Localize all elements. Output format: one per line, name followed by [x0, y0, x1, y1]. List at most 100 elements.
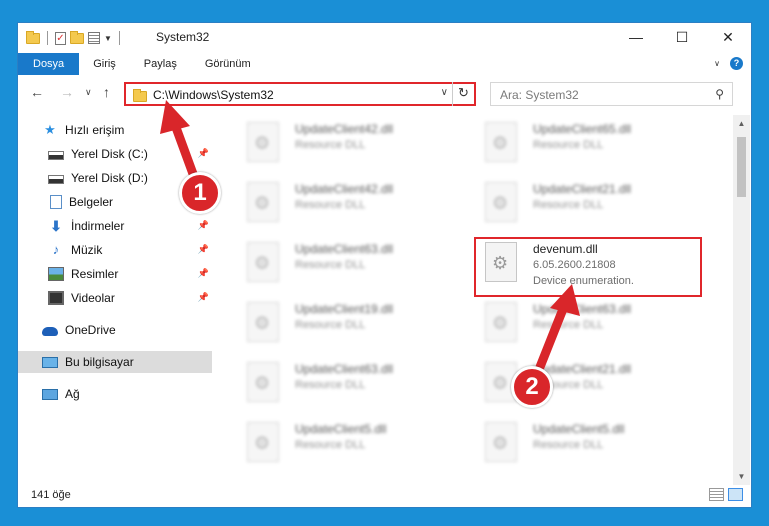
sidebar-item-label: Yerel Disk (D:): [71, 171, 148, 185]
file-name: UpdateClient65.dll: [533, 122, 632, 136]
window-controls: — ☐ ✕: [613, 23, 751, 53]
scroll-up-arrow-icon[interactable]: ▲: [733, 115, 750, 132]
onedrive-icon: [42, 327, 58, 336]
refresh-icon[interactable]: ↻: [452, 82, 474, 106]
vertical-scrollbar[interactable]: ▲ ▼: [733, 115, 750, 485]
sidebar-item-label: Ağ: [65, 387, 80, 401]
file-name: UpdateClient63.dll: [295, 242, 394, 256]
close-button[interactable]: ✕: [705, 23, 751, 53]
tab-share[interactable]: Paylaş: [130, 53, 191, 75]
sidebar-item-music[interactable]: ♪ Müzik 📌: [18, 239, 212, 261]
pin-icon[interactable]: 📌: [198, 244, 209, 255]
sidebar-item-videos[interactable]: Videolar 📌: [18, 287, 212, 309]
file-name: UpdateClient21.dll: [533, 182, 632, 196]
list-item[interactable]: UpdateClient21.dll Resource DLL: [471, 177, 671, 227]
separator: [118, 31, 120, 45]
expand-ribbon-icon[interactable]: ∨: [714, 59, 720, 68]
folder-icon: [26, 30, 40, 44]
file-description: Resource DLL: [533, 439, 604, 451]
help-icon[interactable]: ?: [730, 57, 743, 70]
folder-icon: [133, 89, 147, 102]
item-count: 141 öğe: [31, 489, 71, 501]
file-description: Resource DLL: [295, 439, 366, 451]
sidebar-item-label: İndirmeler: [71, 219, 125, 233]
address-dropdown-icon[interactable]: ∨: [441, 87, 448, 98]
new-folder-icon[interactable]: [70, 30, 84, 44]
list-item[interactable]: UpdateClient19.dll Resource DLL: [233, 297, 433, 347]
file-description: Resource DLL: [295, 139, 366, 151]
dll-file-icon: [485, 182, 517, 222]
sidebar-item-label: Resimler: [71, 267, 119, 281]
forward-arrow-icon[interactable]: →: [60, 84, 74, 100]
list-item[interactable]: UpdateClient65.dll Resource DLL: [471, 117, 671, 167]
sidebar-item-network[interactable]: Ağ: [18, 383, 212, 405]
music-icon: ♪: [52, 242, 60, 257]
file-description: Resource DLL: [295, 379, 366, 391]
list-item[interactable]: UpdateClient63.dll Resource DLL: [233, 357, 433, 407]
search-icon[interactable]: ⚲: [715, 87, 724, 101]
file-list: UpdateClient42.dll Resource DLL UpdateCl…: [223, 115, 726, 480]
back-arrow-icon[interactable]: ←: [30, 84, 44, 100]
ribbon-tabs: Dosya Giriş Paylaş Görünüm ∨ ?: [18, 53, 751, 75]
list-item[interactable]: UpdateClient42.dll Resource DLL: [233, 177, 433, 227]
pictures-icon: [48, 267, 64, 281]
star-icon: ★: [44, 122, 56, 137]
file-name: UpdateClient19.dll: [295, 302, 394, 316]
download-icon: ⬇: [50, 218, 62, 234]
sidebar-item-label: Yerel Disk (C:): [71, 147, 148, 161]
dll-file-icon: [247, 182, 279, 222]
quick-access-toolbar: ✓ ▼: [26, 30, 123, 46]
status-bar: 141 öğe: [18, 485, 751, 507]
sidebar-item-onedrive[interactable]: OneDrive: [18, 319, 212, 341]
file-description: Resource DLL: [533, 199, 604, 211]
tab-file[interactable]: Dosya: [18, 53, 80, 75]
file-description: Resource DLL: [295, 259, 366, 271]
dll-file-icon: [485, 302, 517, 342]
scroll-down-arrow-icon[interactable]: ▼: [733, 468, 750, 485]
dll-file-icon: [485, 122, 517, 162]
properties-check-icon[interactable]: ✓: [55, 31, 66, 45]
list-item[interactable]: UpdateClient5.dll Resource DLL: [233, 417, 433, 467]
computer-icon: [42, 356, 58, 368]
step-badge-1: 1: [179, 172, 221, 214]
tiles-view-icon[interactable]: [728, 488, 743, 501]
title-bar: ✓ ▼ System32 — ☐ ✕: [18, 23, 751, 53]
tab-view[interactable]: Görünüm: [191, 53, 265, 75]
maximize-button[interactable]: ☐: [659, 23, 705, 53]
sidebar-item-label: Hızlı erişim: [65, 123, 125, 137]
list-item[interactable]: UpdateClient63.dll Resource DLL: [233, 237, 433, 287]
disk-icon: [48, 151, 64, 160]
details-view-icon[interactable]: [709, 488, 724, 501]
dll-file-icon: [247, 242, 279, 282]
documents-icon: [50, 195, 62, 209]
sidebar-item-label: OneDrive: [65, 323, 116, 337]
customize-toolbar-arrow-icon[interactable]: ▼: [104, 34, 112, 43]
search-placeholder: Ara: System32: [500, 88, 579, 102]
file-name: UpdateClient42.dll: [295, 182, 394, 196]
pin-icon[interactable]: 📌: [198, 268, 209, 279]
properties-icon[interactable]: [88, 32, 100, 44]
tab-home[interactable]: Giriş: [79, 53, 130, 75]
dll-file-icon: [247, 122, 279, 162]
list-item[interactable]: UpdateClient5.dll Resource DLL: [471, 417, 671, 467]
sidebar-item-pictures[interactable]: Resimler 📌: [18, 263, 212, 285]
dll-file-icon: [247, 422, 279, 462]
explorer-window: ✓ ▼ System32 — ☐ ✕ Dosya Giriş Paylaş Gö…: [17, 22, 752, 508]
up-arrow-icon[interactable]: ↑: [103, 84, 110, 100]
sidebar-item-downloads[interactable]: ⬇ İndirmeler 📌: [18, 215, 212, 237]
file-name: UpdateClient42.dll: [295, 122, 394, 136]
navigation-bar: ← → ∨ ↑ C:\Windows\System32 ∨ ↻ Ara: Sys…: [18, 80, 751, 108]
videos-icon: [48, 291, 64, 305]
scrollbar-thumb[interactable]: [737, 137, 746, 197]
file-name: UpdateClient5.dll: [533, 422, 625, 436]
pin-icon[interactable]: 📌: [198, 292, 209, 303]
minimize-button[interactable]: —: [613, 23, 659, 53]
recent-locations-chevron-icon[interactable]: ∨: [85, 87, 92, 98]
sidebar-item-label: Bu bilgisayar: [65, 355, 134, 369]
search-input[interactable]: Ara: System32 ⚲: [490, 82, 733, 106]
sidebar-item-this-pc[interactable]: Bu bilgisayar: [18, 351, 212, 373]
dll-file-icon: [485, 422, 517, 462]
list-item[interactable]: UpdateClient42.dll Resource DLL: [233, 117, 433, 167]
pin-icon[interactable]: 📌: [198, 220, 209, 231]
sidebar-item-label: Belgeler: [69, 195, 114, 209]
